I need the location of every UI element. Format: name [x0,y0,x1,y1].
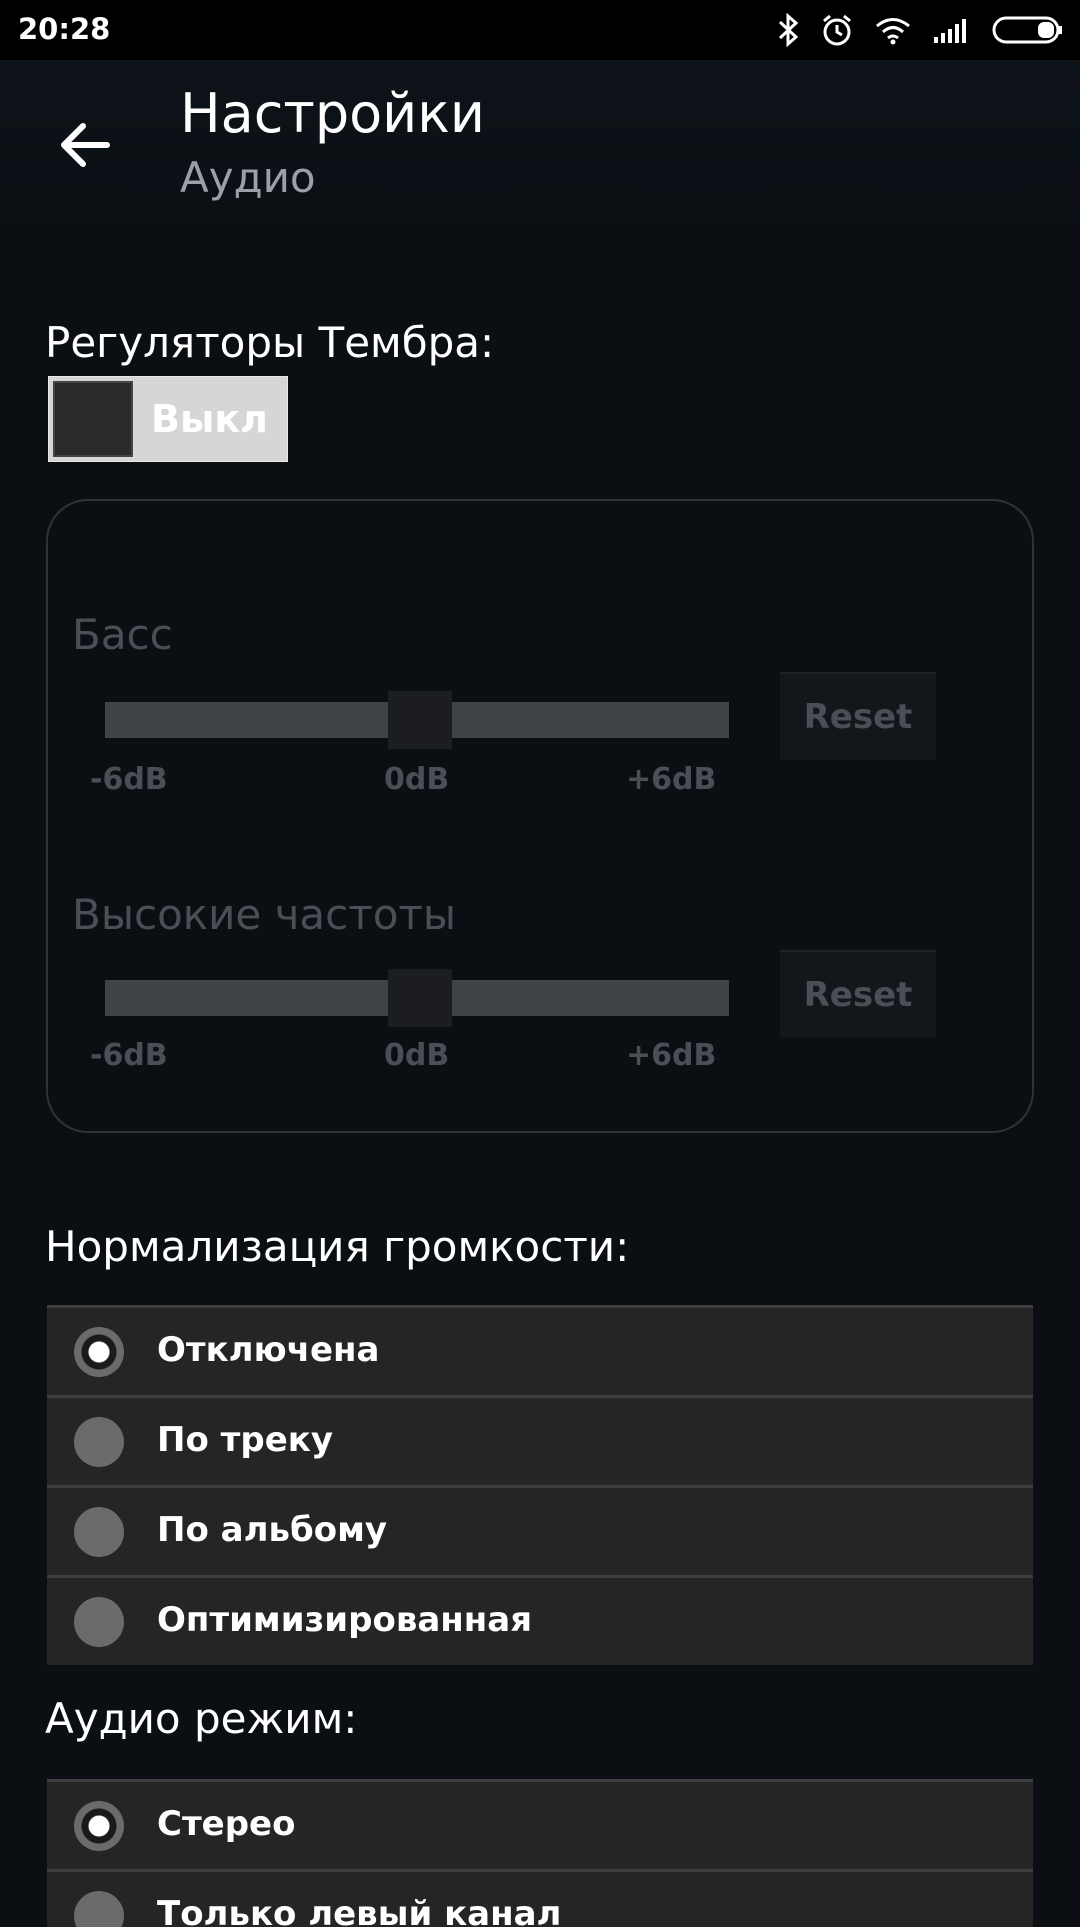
audio-mode-options: Стерео Только левый канал [47,1779,1033,1927]
back-arrow-icon[interactable] [55,115,115,175]
toggle-knob [53,381,133,457]
bass-slider-thumb[interactable] [388,691,452,749]
bass-label: Басс [72,610,173,659]
normalization-option[interactable]: Оптимизированная [47,1575,1033,1665]
tone-controls-toggle[interactable]: Выкл [48,376,288,462]
alarm-icon [823,14,851,46]
signal-icon [934,19,966,43]
bass-tick-min: -6dB [90,762,168,797]
normalization-option[interactable]: Отключена [47,1305,1033,1395]
normalization-label: Нормализация громкости: [45,1222,630,1271]
bluetooth-icon [778,13,799,47]
status-time: 20:28 [18,12,111,46]
treble-reset-button[interactable]: Reset [780,950,936,1038]
radio-button[interactable] [74,1891,124,1927]
normalization-option[interactable]: По треку [47,1395,1033,1485]
radio-button[interactable] [74,1801,124,1851]
option-label: Отключена [157,1330,380,1370]
treble-label: Высокие частоты [72,890,457,939]
toggle-state-label: Выкл [151,397,268,441]
status-bar: 20:28 [0,0,1080,60]
bass-tick-mid: 0dB [384,762,450,797]
audio-mode-option[interactable]: Стерео [47,1779,1033,1869]
treble-slider-thumb[interactable] [388,969,452,1027]
option-label: По треку [157,1420,333,1460]
battery-icon [992,16,1062,44]
audio-mode-label: Аудио режим: [45,1694,358,1743]
page-title: Настройки [180,82,485,145]
treble-tick-mid: 0dB [384,1038,450,1073]
bass-reset-button[interactable]: Reset [780,672,936,760]
status-icons [778,12,1064,48]
option-label: По альбому [157,1510,388,1550]
radio-button[interactable] [74,1417,124,1467]
radio-button[interactable] [74,1327,124,1377]
bass-tick-max: +6dB [626,762,717,797]
wifi-icon [876,18,910,45]
radio-button[interactable] [74,1507,124,1557]
option-label: Стерео [157,1804,296,1844]
option-label: Оптимизированная [157,1600,533,1640]
audio-mode-option[interactable]: Только левый канал [47,1869,1033,1927]
normalization-options: Отключена По треку По альбому Оптимизиро… [47,1305,1033,1665]
page-subtitle: Аудио [180,153,316,202]
tone-controls-label: Регуляторы Тембра: [45,318,495,367]
option-label: Только левый канал [157,1894,562,1927]
app-header [0,60,1080,235]
treble-tick-max: +6dB [626,1038,717,1073]
treble-tick-min: -6dB [90,1038,168,1073]
radio-button[interactable] [74,1597,124,1647]
normalization-option[interactable]: По альбому [47,1485,1033,1575]
